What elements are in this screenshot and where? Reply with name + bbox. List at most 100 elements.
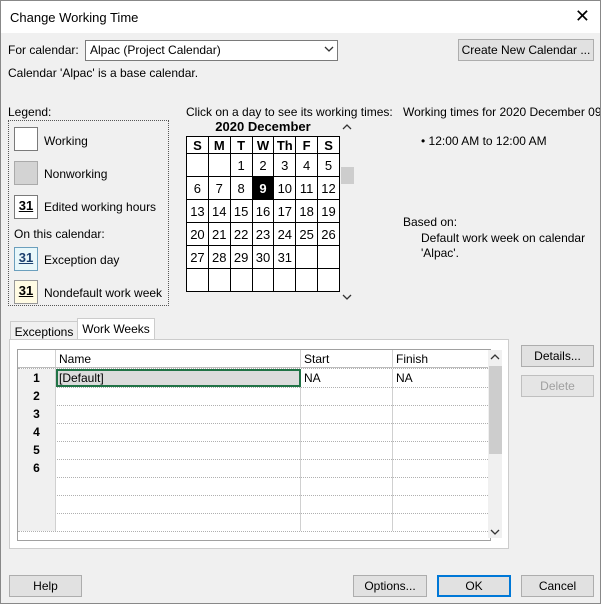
calendar-day[interactable]: 4 xyxy=(295,153,319,177)
base-calendar-note: Calendar 'Alpac' is a base calendar. xyxy=(8,66,199,80)
calendar-day[interactable]: 11 xyxy=(295,176,319,200)
calendar-day[interactable]: 22 xyxy=(229,222,253,246)
working-swatch xyxy=(14,127,38,151)
finish-cell[interactable] xyxy=(393,459,490,477)
start-cell[interactable] xyxy=(301,441,393,459)
column-start-header[interactable]: Start xyxy=(301,350,393,368)
name-cell[interactable] xyxy=(56,405,301,423)
based-on-label: Based on: xyxy=(403,215,458,229)
calendar-day[interactable]: 18 xyxy=(295,199,319,223)
name-cell[interactable] xyxy=(56,513,301,531)
finish-cell[interactable]: NA xyxy=(393,369,490,387)
start-cell[interactable] xyxy=(301,387,393,405)
calendar-day[interactable]: 30 xyxy=(251,245,275,269)
name-cell[interactable] xyxy=(56,441,301,459)
delete-button[interactable]: Delete xyxy=(521,375,594,397)
tab-work-weeks[interactable]: Work Weeks xyxy=(77,318,155,341)
calendar-day[interactable]: 2 xyxy=(251,153,275,177)
finish-cell[interactable] xyxy=(393,477,490,495)
calendar-day[interactable]: 26 xyxy=(317,222,340,246)
chevron-down-icon[interactable] xyxy=(490,528,500,536)
start-cell[interactable]: NA xyxy=(301,369,393,387)
calendar-day[interactable]: 23 xyxy=(251,222,275,246)
finish-cell[interactable] xyxy=(393,513,490,531)
name-cell[interactable] xyxy=(56,423,301,441)
finish-cell[interactable] xyxy=(393,387,490,405)
calendar-day[interactable]: 10 xyxy=(273,176,297,200)
name-cell[interactable]: [Default] xyxy=(56,369,301,387)
start-cell[interactable] xyxy=(301,405,393,423)
grid-scrollbar[interactable] xyxy=(488,350,502,538)
chevron-up-icon[interactable] xyxy=(490,353,500,361)
calendar-empty-cell xyxy=(273,268,297,292)
details-button[interactable]: Details... xyxy=(521,345,594,367)
chevron-down-icon[interactable] xyxy=(342,293,352,301)
calendar-day[interactable]: 25 xyxy=(295,222,319,246)
table-row[interactable] xyxy=(18,513,490,532)
calendar-scrollbar[interactable] xyxy=(340,123,354,303)
row-number: 1 xyxy=(18,369,56,387)
table-row[interactable]: 2 xyxy=(18,387,490,406)
table-row[interactable]: 1 [Default] NA NA xyxy=(18,369,490,388)
calendar-day[interactable]: 7 xyxy=(207,176,231,200)
calendar-day[interactable]: 14 xyxy=(207,199,231,223)
chevron-up-icon[interactable] xyxy=(342,123,352,131)
start-cell[interactable] xyxy=(301,423,393,441)
name-cell[interactable] xyxy=(56,459,301,477)
start-cell[interactable] xyxy=(301,495,393,513)
start-cell[interactable] xyxy=(301,477,393,495)
calendar-day[interactable]: 6 xyxy=(186,176,209,200)
calendar-day[interactable]: 28 xyxy=(207,245,231,269)
start-cell[interactable] xyxy=(301,459,393,477)
finish-cell[interactable] xyxy=(393,495,490,513)
calendar-day[interactable]: 21 xyxy=(207,222,231,246)
calendar-day[interactable]: 9 xyxy=(251,176,275,200)
calendar-select[interactable]: Alpac (Project Calendar) xyxy=(85,40,338,61)
name-cell[interactable] xyxy=(56,387,301,405)
calendar-day[interactable]: 19 xyxy=(317,199,340,223)
column-name-header[interactable]: Name xyxy=(56,350,301,368)
calendar-day[interactable]: 29 xyxy=(229,245,253,269)
calendar-day[interactable]: 8 xyxy=(229,176,253,200)
grid-scroll-thumb[interactable] xyxy=(489,366,502,454)
ok-button[interactable]: OK xyxy=(437,575,511,597)
calendar-day[interactable]: 27 xyxy=(186,245,209,269)
cancel-button[interactable]: Cancel xyxy=(521,575,594,597)
calendar-day[interactable]: 5 xyxy=(317,153,340,177)
calendar-day[interactable]: 13 xyxy=(186,199,209,223)
calendar-day[interactable]: 16 xyxy=(251,199,275,223)
calendar-scroll-thumb[interactable] xyxy=(341,167,354,184)
calendar-day[interactable]: 17 xyxy=(273,199,297,223)
nonworking-swatch xyxy=(14,161,38,185)
start-cell[interactable] xyxy=(301,513,393,531)
calendar-day[interactable]: 1 xyxy=(229,153,253,177)
legend-box: Working Nonworking 31 Edited working hou… xyxy=(8,120,169,306)
create-new-calendar-button[interactable]: Create New Calendar ... xyxy=(458,39,594,61)
name-cell[interactable] xyxy=(56,495,301,513)
close-icon[interactable]: ✕ xyxy=(575,6,590,26)
calendar-empty-cell xyxy=(251,268,275,292)
calendar-day[interactable]: 31 xyxy=(273,245,297,269)
table-row[interactable]: 6 xyxy=(18,459,490,478)
based-on-text: Default work week on calendar 'Alpac'. xyxy=(421,231,586,260)
table-row[interactable] xyxy=(18,495,490,514)
table-row[interactable]: 3 xyxy=(18,405,490,424)
table-row[interactable]: 4 xyxy=(18,423,490,442)
finish-cell[interactable] xyxy=(393,423,490,441)
help-button[interactable]: Help xyxy=(9,575,82,597)
legend-on-this-calendar: On this calendar: xyxy=(14,227,105,241)
calendar-grid: S M T W Th F S 1 2 3 4 5 6 7 8 9 10 11 12 13 14 15 16 17 18 19 20… xyxy=(186,136,340,292)
finish-cell[interactable] xyxy=(393,441,490,459)
calendar-day[interactable]: 3 xyxy=(273,153,297,177)
options-button[interactable]: Options... xyxy=(353,575,427,597)
table-row[interactable]: 5 xyxy=(18,441,490,460)
calendar-day[interactable]: 24 xyxy=(273,222,297,246)
table-row[interactable] xyxy=(18,477,490,496)
calendar-day[interactable]: 20 xyxy=(186,222,209,246)
calendar-day[interactable]: 15 xyxy=(229,199,253,223)
calendar-day[interactable]: 12 xyxy=(317,176,340,200)
column-finish-header[interactable]: Finish xyxy=(393,350,490,368)
name-cell[interactable] xyxy=(56,477,301,495)
finish-cell[interactable] xyxy=(393,405,490,423)
legend-nonworking: Nonworking xyxy=(44,167,108,181)
